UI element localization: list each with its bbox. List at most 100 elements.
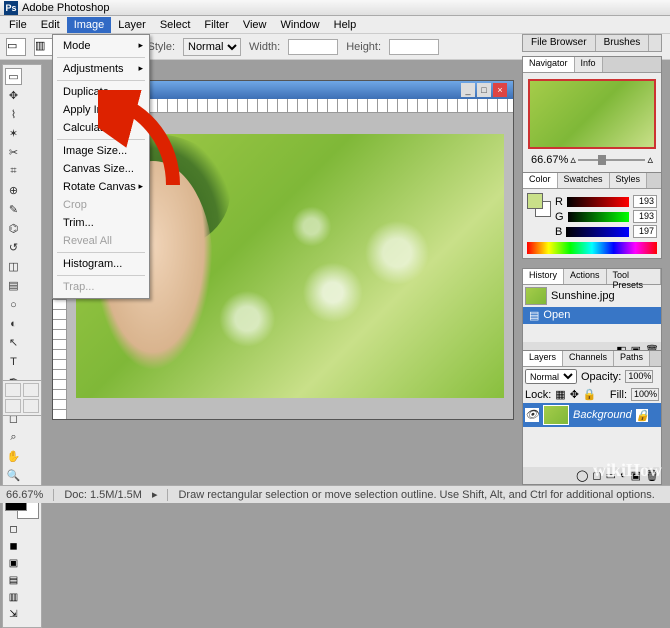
zoom-in-icon[interactable]: ▵ xyxy=(647,153,653,166)
tab-tool-presets[interactable]: Tool Presets xyxy=(607,269,661,284)
heal-tool-icon[interactable]: ⊕ xyxy=(5,182,22,199)
menu-image[interactable]: Image xyxy=(67,17,112,33)
menu-item-apply-image[interactable]: Apply Image... xyxy=(53,101,149,119)
layer-visibility-icon[interactable]: 👁 xyxy=(525,408,539,422)
screen-standard-icon[interactable]: ▣ xyxy=(5,558,22,573)
gradient-tool-icon[interactable]: ▤ xyxy=(5,277,22,294)
style-label: Style: xyxy=(147,41,175,53)
status-arrow-icon[interactable]: ▸ xyxy=(152,488,158,501)
lock-position-icon[interactable]: ✥ xyxy=(570,388,579,401)
brush-tool-icon[interactable]: ✎ xyxy=(5,201,22,218)
blend-mode-select[interactable]: Normal xyxy=(525,369,577,384)
tab-swatches[interactable]: Swatches xyxy=(558,173,610,188)
menu-filter[interactable]: Filter xyxy=(197,17,235,33)
tab-history[interactable]: History xyxy=(523,269,564,284)
height-input[interactable] xyxy=(389,39,439,55)
window-maximize-icon[interactable]: □ xyxy=(477,83,491,97)
extra-tool-1-icon[interactable] xyxy=(5,383,21,397)
tab-channels[interactable]: Channels xyxy=(563,351,614,366)
menu-layer[interactable]: Layer xyxy=(111,17,153,33)
tab-navigator[interactable]: Navigator xyxy=(523,57,575,72)
tab-color[interactable]: Color xyxy=(523,173,558,188)
jump-to-icon[interactable]: ⇲ xyxy=(5,609,22,624)
zoom-tool-icon[interactable]: 🔍 xyxy=(5,467,22,484)
eyedropper-tool-icon[interactable]: ⌕ xyxy=(5,429,22,446)
extra-tool-3-icon[interactable] xyxy=(5,399,21,413)
opacity-input[interactable]: 100% xyxy=(625,370,653,383)
menu-item-image-size[interactable]: Image Size... xyxy=(53,142,149,160)
layer-row[interactable]: 👁 Background 🔒 xyxy=(523,403,661,427)
lasso-tool-icon[interactable]: ⌇ xyxy=(5,106,22,123)
menu-item-canvas-size[interactable]: Canvas Size... xyxy=(53,160,149,178)
extra-tool-2-icon[interactable] xyxy=(23,383,39,397)
screen-full-icon[interactable]: ▥ xyxy=(5,592,22,607)
eraser-tool-icon[interactable]: ◫ xyxy=(5,258,22,275)
history-brush-icon[interactable]: ↺ xyxy=(5,239,22,256)
color-spectrum[interactable] xyxy=(527,242,657,254)
lock-all-icon[interactable]: 🔒 xyxy=(583,388,597,401)
quickmask-on-icon[interactable]: ◼ xyxy=(5,541,22,556)
hand-tool-icon[interactable]: ✋ xyxy=(5,448,22,465)
marquee-tool-icon[interactable]: ▭ xyxy=(5,68,22,85)
color-r-value[interactable]: 193 xyxy=(633,195,657,208)
window-close-icon[interactable]: × xyxy=(493,83,507,97)
screen-full-menu-icon[interactable]: ▤ xyxy=(5,575,22,590)
menu-item-rotate-canvas[interactable]: Rotate Canvas xyxy=(53,178,149,196)
tab-info[interactable]: Info xyxy=(575,57,603,72)
app-title: Adobe Photoshop xyxy=(22,2,109,14)
menu-view[interactable]: View xyxy=(236,17,274,33)
move-tool-icon[interactable]: ✥ xyxy=(5,87,22,104)
color-panel: Color Swatches Styles R193 G193 B197 xyxy=(522,172,662,259)
tab-layers[interactable]: Layers xyxy=(523,351,563,366)
type-tool-icon[interactable]: T xyxy=(5,353,22,370)
tab-paths[interactable]: Paths xyxy=(614,351,650,366)
wand-tool-icon[interactable]: ✶ xyxy=(5,125,22,142)
tab-file-browser[interactable]: File Browser xyxy=(523,35,596,51)
color-b-slider[interactable] xyxy=(566,227,629,237)
fill-input[interactable]: 100% xyxy=(631,388,659,401)
zoom-out-icon[interactable]: ▵ xyxy=(570,153,576,166)
window-minimize-icon[interactable]: _ xyxy=(461,83,475,97)
tab-styles[interactable]: Styles xyxy=(610,173,648,188)
menu-item-trim[interactable]: Trim... xyxy=(53,214,149,232)
status-zoom[interactable]: 66.67% xyxy=(6,489,43,501)
menu-window[interactable]: Window xyxy=(274,17,327,33)
extra-tool-4-icon[interactable] xyxy=(23,399,39,413)
tab-actions[interactable]: Actions xyxy=(564,269,607,284)
marquee-mode-icon[interactable]: ▥ xyxy=(34,38,54,56)
color-r-label: R xyxy=(555,196,563,208)
menu-item-calculations[interactable]: Calculations... xyxy=(53,119,149,137)
tool-preset-icon[interactable]: ▭ xyxy=(6,38,26,56)
history-doc-name: Sunshine.jpg xyxy=(551,290,615,302)
navigator-thumbnail[interactable] xyxy=(528,79,656,149)
menu-item-adjustments[interactable]: Adjustments xyxy=(53,60,149,78)
menu-item-mode[interactable]: Mode xyxy=(53,37,149,55)
menu-file[interactable]: File xyxy=(2,17,34,33)
slice-tool-icon[interactable]: ⌗ xyxy=(5,163,22,180)
path-tool-icon[interactable]: ↖ xyxy=(5,334,22,351)
blur-tool-icon[interactable]: ○ xyxy=(5,296,22,313)
stamp-tool-icon[interactable]: ⌬ xyxy=(5,220,22,237)
color-g-value[interactable]: 193 xyxy=(633,210,657,223)
lock-pixels-icon[interactable]: ▦ xyxy=(555,388,565,401)
zoom-slider[interactable] xyxy=(578,159,646,161)
menu-item-histogram[interactable]: Histogram... xyxy=(53,255,149,273)
fill-label: Fill: xyxy=(610,389,627,401)
crop-tool-icon[interactable]: ✂ xyxy=(5,144,22,161)
layer-lock-icon: 🔒 xyxy=(636,409,648,422)
dodge-tool-icon[interactable]: ◐ xyxy=(5,315,22,332)
width-input[interactable] xyxy=(288,39,338,55)
menu-select[interactable]: Select xyxy=(153,17,198,33)
style-select[interactable]: Normal xyxy=(183,38,241,56)
history-step[interactable]: ▤Open xyxy=(523,307,661,324)
layer-style-icon[interactable]: ◯ xyxy=(576,469,588,482)
quickmask-icon[interactable]: ◻ xyxy=(5,524,22,539)
color-r-slider[interactable] xyxy=(567,197,629,207)
menu-edit[interactable]: Edit xyxy=(34,17,67,33)
color-g-slider[interactable] xyxy=(568,212,629,222)
menu-item-duplicate[interactable]: Duplicate... xyxy=(53,83,149,101)
color-b-value[interactable]: 197 xyxy=(633,225,657,238)
status-doc[interactable]: Doc: 1.5M/1.5M xyxy=(64,489,142,501)
menu-help[interactable]: Help xyxy=(327,17,364,33)
tab-brushes[interactable]: Brushes xyxy=(596,35,650,51)
